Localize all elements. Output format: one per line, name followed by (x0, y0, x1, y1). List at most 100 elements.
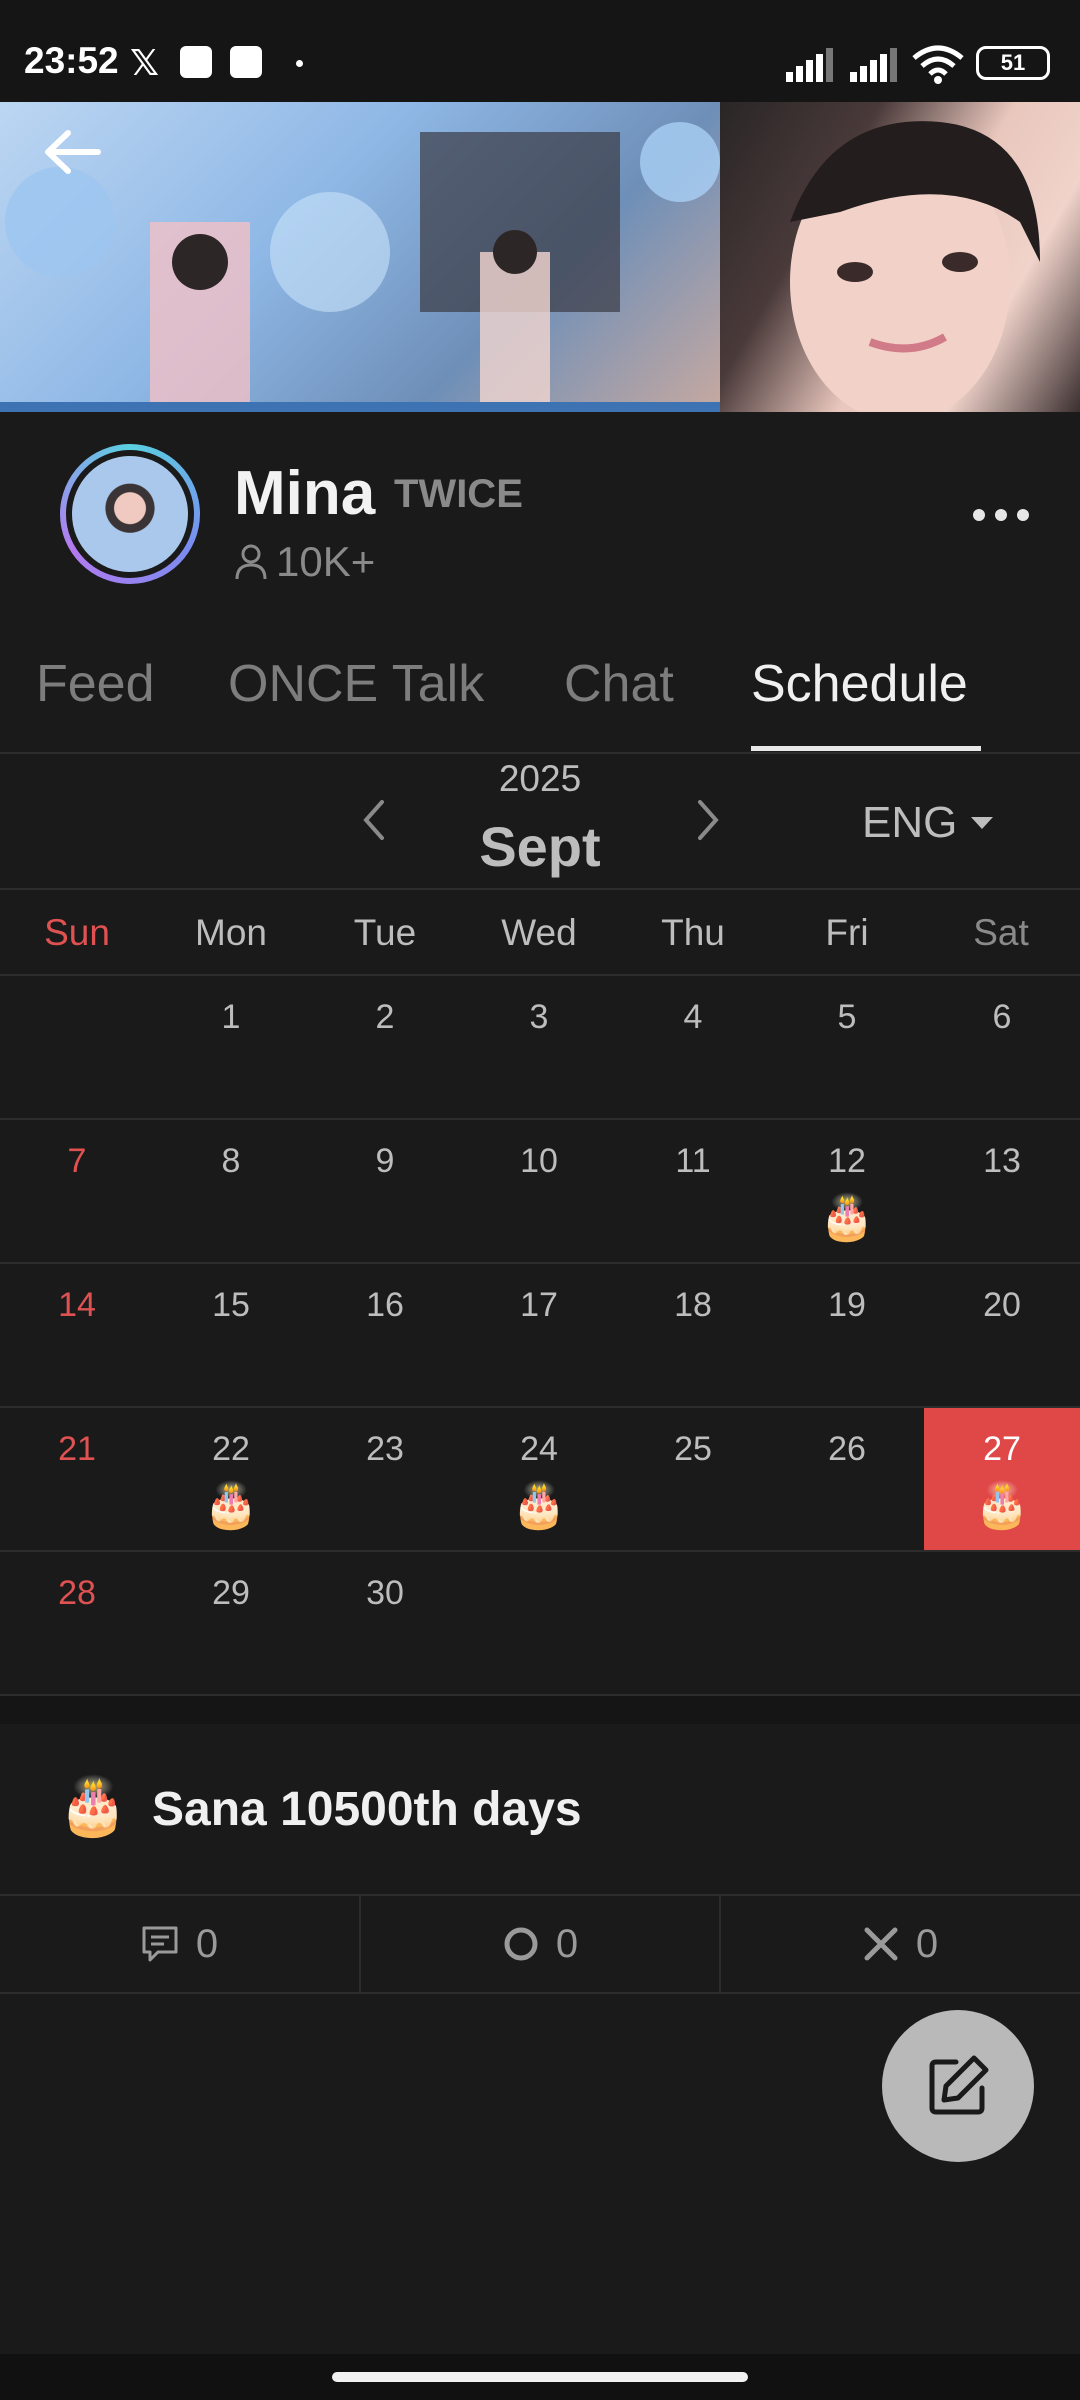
calendar-day[interactable]: 8 (154, 1120, 308, 1262)
home-indicator[interactable] (332, 2372, 748, 2382)
calendar-day-number: 18 (674, 1286, 712, 1324)
calendar-day-number: 25 (674, 1430, 712, 1468)
x-vote-button[interactable]: 0 (721, 1896, 1079, 1992)
calendar-day[interactable]: 16 (308, 1264, 462, 1406)
o-vote-button[interactable]: 0 (361, 1896, 719, 1992)
weekday-fri: Fri (825, 912, 869, 953)
signal-icon (786, 48, 833, 82)
calendar-day[interactable]: 12 🎂 (770, 1120, 924, 1262)
calendar-day[interactable]: 26 (770, 1408, 924, 1550)
cake-icon: 🎂 (511, 1481, 567, 1530)
back-button[interactable] (36, 116, 108, 188)
cake-icon: 🎂 (974, 1481, 1030, 1530)
banner-decoration (0, 122, 720, 412)
calendar-day-number: 6 (992, 998, 1012, 1036)
calendar-day-number: 21 (58, 1430, 96, 1468)
tab-once-talk[interactable]: ONCE Talk (228, 654, 484, 714)
back-arrow-icon (45, 130, 101, 174)
comment-button[interactable]: 0 (0, 1896, 358, 1992)
next-month-button[interactable] (682, 790, 732, 850)
calendar-day[interactable]: 25 (616, 1408, 770, 1550)
calendar-day[interactable]: 13 (924, 1120, 1080, 1262)
calendar-day[interactable]: 6 (924, 976, 1080, 1118)
tab-chat[interactable]: Chat (564, 654, 674, 714)
calendar-day[interactable]: 10 (462, 1120, 616, 1262)
calendar-day[interactable]: 30 (308, 1552, 462, 1694)
calendar-day-number: 7 (67, 1142, 87, 1180)
calendar-day[interactable]: 4 (616, 976, 770, 1118)
caret-down-icon (971, 817, 994, 829)
avatar[interactable] (60, 444, 200, 584)
calendar-day[interactable]: 27 🎂 (924, 1408, 1080, 1550)
previous-month-button[interactable] (350, 790, 400, 850)
calendar-day[interactable]: 1 (154, 976, 308, 1118)
weekday-thu: Thu (661, 912, 725, 953)
avatar-ring (66, 450, 194, 578)
more-notifications-dot (296, 60, 303, 67)
calendar-day[interactable]: 3 (462, 976, 616, 1118)
calendar-day-number: 14 (58, 1286, 96, 1324)
section-divider (0, 1696, 1080, 1724)
calendar-day[interactable]: 7 (0, 1120, 154, 1262)
more-dot-icon (973, 509, 985, 521)
calendar-day-number: 9 (375, 1142, 395, 1180)
calendar-day[interactable]: 18 (616, 1264, 770, 1406)
tab-schedule[interactable]: Schedule (751, 654, 968, 714)
calendar-day-number: 1 (221, 998, 241, 1036)
calendar-day[interactable]: 22 🎂 (154, 1408, 308, 1550)
calendar-day[interactable]: 11 (616, 1120, 770, 1262)
calendar-day[interactable]: 29 (154, 1552, 308, 1694)
calendar-day[interactable]: 5 (770, 976, 924, 1118)
calendar-day[interactable]: 28 (0, 1552, 154, 1694)
event-item[interactable]: 🎂 Sana 10500th days (0, 1724, 1080, 1894)
calendar-day-number: 10 (520, 1142, 558, 1180)
follower-count-label: 10K+ (276, 538, 376, 585)
event-title: Sana 10500th days (152, 1783, 582, 1836)
more-options-button[interactable] (966, 490, 1036, 540)
write-post-button[interactable] (882, 2010, 1034, 2162)
follower-count: 10K+ (234, 538, 375, 586)
weekday-sat: Sat (973, 912, 1029, 953)
more-dot-icon (995, 509, 1007, 521)
calendar-year: 2025 (498, 758, 582, 799)
person-icon (235, 544, 267, 580)
event-actions: 0 0 0 (0, 1894, 1080, 1994)
comment-count: 0 (195, 1921, 219, 1966)
notification-icon (230, 46, 262, 78)
calendar-day[interactable]: 21 (0, 1408, 154, 1550)
edit-icon (929, 2055, 989, 2115)
calendar-day-number: 24 (520, 1430, 558, 1468)
weekday-wed: Wed (501, 912, 577, 953)
calendar-day[interactable]: 15 (154, 1264, 308, 1406)
calendar-day-number: 12 (828, 1142, 866, 1180)
calendar-month: Sept (479, 815, 601, 878)
battery-icon: 51 (976, 46, 1050, 80)
language-select[interactable]: ENG (862, 798, 994, 848)
tab-bar: Feed ONCE Talk Chat Schedule (0, 640, 1080, 754)
calendar-day[interactable]: 24 🎂 (462, 1408, 616, 1550)
signal-icon (850, 48, 897, 82)
calendar-day-number: 16 (366, 1286, 404, 1324)
calendar-day[interactable]: 2 (308, 976, 462, 1118)
cake-icon: 🎂 (58, 1774, 128, 1837)
more-dot-icon (1017, 509, 1029, 521)
circle-icon (504, 1927, 538, 1961)
cake-icon: 🎂 (203, 1481, 259, 1530)
wifi-icon (912, 45, 964, 84)
calendar-day[interactable]: 14 (0, 1264, 154, 1406)
status-time: 23:52 (24, 40, 119, 81)
calendar-day[interactable]: 9 (308, 1120, 462, 1262)
calendar-day-number: 26 (828, 1430, 866, 1468)
calendar-day[interactable]: 19 (770, 1264, 924, 1406)
weekday-mon: Mon (195, 912, 267, 953)
calendar-day-number: 23 (366, 1430, 404, 1468)
calendar-day[interactable]: 17 (462, 1264, 616, 1406)
calendar-day[interactable]: 23 (308, 1408, 462, 1550)
comment-icon (142, 1926, 178, 1962)
calendar-day[interactable]: 20 (924, 1264, 1080, 1406)
calendar-day-number: 8 (221, 1142, 241, 1180)
x-app-icon: 𝕏 (130, 42, 160, 83)
x-icon (864, 1927, 898, 1961)
calendar-day-number: 3 (529, 998, 549, 1036)
tab-feed[interactable]: Feed (36, 654, 155, 714)
